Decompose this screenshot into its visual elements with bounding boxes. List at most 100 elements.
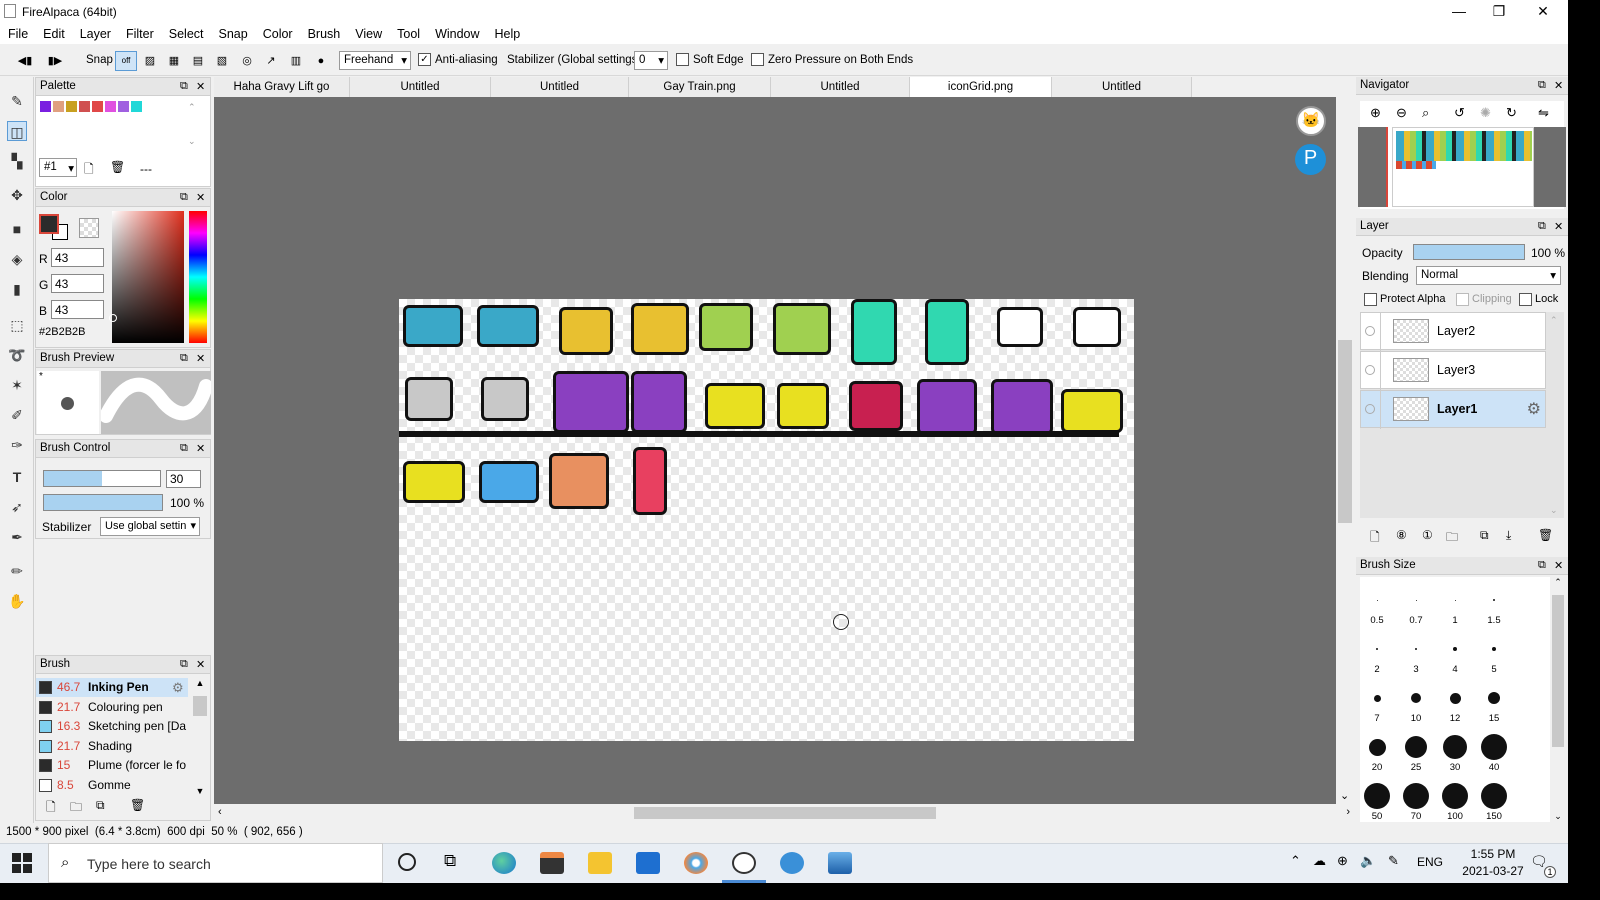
rotate-right-icon[interactable]: ↻ [1506, 105, 1517, 121]
visibility-icon[interactable] [1365, 365, 1375, 375]
rotate-reset-icon[interactable]: ✺ [1480, 105, 1491, 121]
edge-icon[interactable] [492, 852, 516, 874]
close-panel-icon[interactable]: ✕ [196, 191, 205, 204]
close-panel-icon[interactable]: ✕ [1554, 220, 1563, 233]
pen-tray-icon[interactable]: ✎ [1388, 853, 1399, 869]
g-input[interactable]: 43 [51, 274, 104, 293]
brush-size-scrollbar[interactable]: ⌃ ⌄ [1550, 577, 1566, 822]
brush-size-dot[interactable] [1481, 734, 1507, 760]
hue-slider[interactable] [189, 211, 207, 343]
merge-layer-icon[interactable]: ⤓ [1506, 528, 1511, 543]
scroll-up-icon[interactable]: ⌃ [188, 102, 196, 113]
close-button[interactable]: ✕ [1520, 0, 1566, 24]
layer-opacity-slider[interactable] [1413, 244, 1525, 260]
float-icon[interactable]: ⧉ [1538, 79, 1546, 92]
brush-size-dot[interactable] [1481, 783, 1507, 809]
tray-chevron-icon[interactable]: ⌃ [1290, 853, 1301, 869]
pen-tool-icon[interactable]: ✎ [7, 91, 27, 111]
tab-5[interactable]: iconGrid.png [910, 77, 1052, 97]
scroll-down-icon[interactable]: ⌄ [1550, 811, 1566, 822]
duplicate-brush-icon[interactable]: ⧉ [96, 798, 105, 813]
protect-alpha-checkbox[interactable] [1364, 293, 1377, 306]
float-icon[interactable]: ⧉ [1538, 220, 1546, 233]
palette-swatch[interactable] [53, 101, 64, 112]
clock-date[interactable]: 2021-03-27 [1454, 864, 1532, 878]
b-input[interactable]: 43 [51, 300, 104, 319]
game-icon[interactable] [780, 852, 804, 874]
brush-item[interactable]: 15 Plume (forcer le fo [36, 756, 188, 775]
new-folder-icon[interactable]: 🗀 [1446, 528, 1458, 549]
tab-1[interactable]: Untitled [350, 77, 491, 97]
folder-brush-icon[interactable]: 🗀 [70, 798, 82, 819]
cloud-icon[interactable]: ☁ [1313, 853, 1326, 869]
snap-hatch-icon[interactable]: ▤ [187, 51, 209, 71]
brush-size-dot[interactable] [1453, 647, 1457, 651]
menu-file[interactable]: File [0, 24, 35, 41]
primary-color[interactable] [39, 214, 59, 234]
palette-swatch[interactable] [131, 101, 142, 112]
brush-size-dot[interactable] [1405, 736, 1427, 758]
flip-icon[interactable]: ⇋ [1538, 105, 1549, 121]
horizontal-scrollbar[interactable]: ‹ › [214, 804, 1350, 822]
bucket-tool-icon[interactable]: ◈ [7, 249, 27, 269]
brush-size-slider[interactable] [43, 470, 161, 487]
menu-layer[interactable]: Layer [72, 24, 118, 41]
brush-size-input[interactable]: 30 [166, 470, 201, 488]
duplicate-layer-icon[interactable]: ⧉ [1480, 528, 1489, 543]
layer-row[interactable]: Layer3 [1360, 351, 1546, 390]
close-panel-icon[interactable]: ✕ [196, 352, 205, 365]
float-icon[interactable]: ⧉ [180, 191, 188, 204]
eraser-tool-icon[interactable]: ◫ [7, 121, 27, 141]
prev-icon[interactable]: ◀▮ [14, 51, 36, 71]
new-palette-icon[interactable]: 🗋 [84, 160, 94, 181]
snap-off-button[interactable]: off [115, 51, 137, 71]
menu-view[interactable]: View [347, 24, 389, 41]
gradient-tool-icon[interactable]: ▮ [7, 279, 27, 299]
maximize-button[interactable]: ❐ [1476, 0, 1522, 24]
palette-swatch[interactable] [66, 101, 77, 112]
delete-layer-icon[interactable]: 🗑 [1538, 528, 1553, 542]
scroll-up-icon[interactable]: ⌃ [1550, 315, 1558, 326]
tab-0[interactable]: Haha Gravy Lift go yeet.mdp [214, 77, 350, 113]
snap-diagonal-icon[interactable]: ▧ [211, 51, 233, 71]
task-view-icon[interactable]: ⧉ [444, 851, 456, 871]
clock-time[interactable]: 1:55 PM [1462, 847, 1524, 861]
float-icon[interactable]: ⧉ [180, 80, 188, 93]
language-indicator[interactable]: ENG [1417, 855, 1443, 869]
tab-4[interactable]: Untitled [771, 77, 910, 97]
menu-color[interactable]: Color [255, 24, 300, 41]
menu-help[interactable]: Help [487, 24, 528, 41]
hand-tool-icon[interactable]: ✋ [7, 591, 27, 611]
volume-icon[interactable]: 🔈 [1360, 853, 1376, 869]
document-canvas[interactable] [399, 299, 1134, 741]
firealpaca-icon[interactable] [732, 852, 756, 874]
zoom-in-icon[interactable]: ⊕ [1370, 105, 1381, 121]
taskbar-search[interactable]: ⌕ Type here to search [48, 843, 383, 883]
zoom-out-icon[interactable]: ⊖ [1396, 105, 1407, 121]
file-explorer-icon[interactable] [588, 852, 612, 874]
cortana-icon[interactable] [398, 853, 416, 871]
blending-select[interactable]: Normal ▾ [1416, 266, 1561, 285]
select-tool-icon[interactable]: ⬚ [7, 315, 27, 335]
brush-mode-select[interactable]: Freehand ▾ [339, 51, 411, 70]
scroll-left-icon[interactable]: ‹ [218, 806, 222, 818]
tab-3[interactable]: Gay Train.png [629, 77, 771, 97]
scroll-up-icon[interactable]: ⌃ [1550, 577, 1566, 588]
clipping-checkbox[interactable] [1456, 293, 1469, 306]
menu-edit[interactable]: Edit [35, 24, 72, 41]
new-layer-icon[interactable]: 🗋 [1370, 528, 1380, 549]
new-8bit-layer-icon[interactable]: ⑧ [1396, 528, 1407, 542]
paint-icon[interactable] [684, 852, 708, 874]
snap-dot-icon[interactable]: ● [310, 51, 332, 71]
delete-brush-icon[interactable]: 🗑 [130, 798, 145, 812]
operation-tool-icon[interactable]: ➶ [7, 497, 27, 517]
stabilizer-select[interactable]: 0 ▾ [634, 51, 668, 70]
palette-swatch[interactable] [105, 101, 116, 112]
horizontal-scroll-thumb[interactable] [634, 807, 936, 819]
brush-size-dot[interactable] [1376, 648, 1378, 650]
brush-item[interactable]: 16.3 Sketching pen [Da [36, 717, 188, 736]
menu-select[interactable]: Select [161, 24, 211, 41]
magic-wand-icon[interactable]: ✶ [7, 375, 27, 395]
snap-grid-icon[interactable]: ▦ [163, 51, 185, 71]
fill-rect-icon[interactable]: ■ [7, 219, 27, 239]
